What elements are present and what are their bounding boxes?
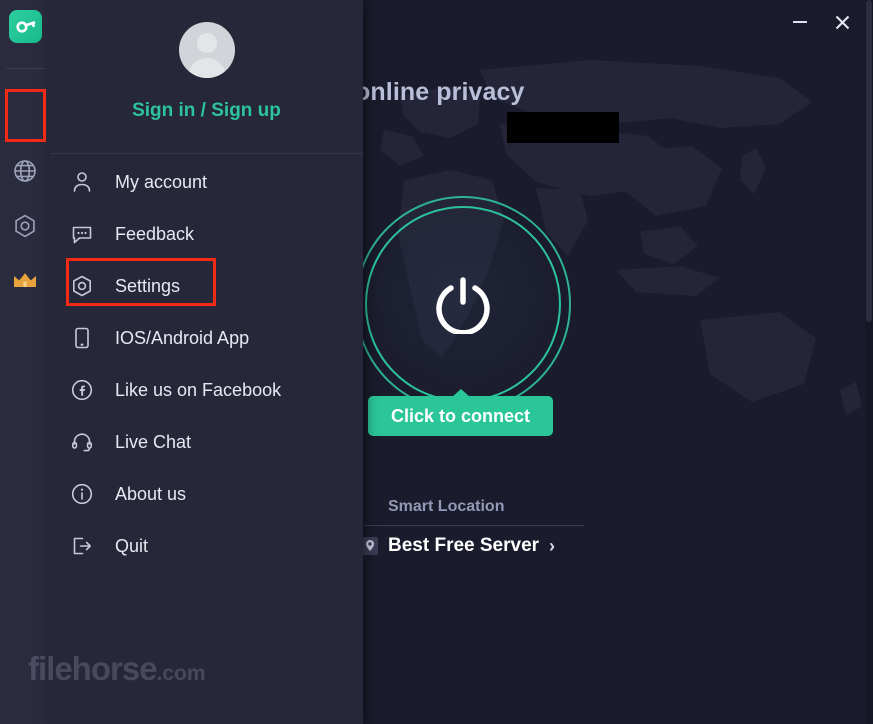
app-logo[interactable] <box>9 10 42 43</box>
menu-item-label: Quit <box>115 535 149 556</box>
menu-item-label: Live Chat <box>115 431 192 452</box>
menu-item-label: About us <box>115 483 187 504</box>
menu-item-settings[interactable]: Settings <box>50 260 363 312</box>
menu-divider <box>50 153 363 154</box>
scrollbar-thumb[interactable] <box>866 0 872 322</box>
smart-location-server-row[interactable]: Best Free Server › <box>352 535 652 557</box>
facebook-icon <box>69 377 95 403</box>
left-icon-rail <box>0 0 50 724</box>
close-button[interactable] <box>821 2 863 42</box>
menu-item-like-us-on-facebook[interactable]: Like us on Facebook <box>50 364 363 416</box>
menu-item-label: IOS/Android App <box>115 327 250 348</box>
chat-bubble-icon <box>69 221 95 247</box>
vertical-scrollbar[interactable] <box>865 0 873 724</box>
menu-item-quit[interactable]: Quit <box>50 520 363 572</box>
hexagon-settings-icon <box>69 273 95 299</box>
main-menu-panel: Sign in / Sign up My account Feedback Se… <box>50 0 363 724</box>
sidebar-item-settings[interactable] <box>0 203 50 249</box>
menu-item-ios-android-app[interactable]: IOS/Android App <box>50 312 363 364</box>
minimize-icon <box>793 21 807 23</box>
rail-divider <box>6 68 44 69</box>
menu-item-my-account[interactable]: My account <box>50 156 363 208</box>
vpn-app-window: l to protect your online privacy P addre… <box>0 0 873 724</box>
menu-item-label: Like us on Facebook <box>115 379 282 400</box>
window-controls <box>779 0 863 44</box>
sidebar-item-menu[interactable] <box>0 92 50 138</box>
globe-icon <box>14 160 36 182</box>
person-icon <box>69 169 95 195</box>
close-icon <box>835 15 849 29</box>
click-to-connect-button[interactable]: Click to connect <box>368 389 553 436</box>
menu-item-label: Settings <box>115 275 181 296</box>
smart-location-section: Smart Location Best Free Server › <box>352 498 652 557</box>
smart-location-divider <box>364 525 584 526</box>
info-icon <box>69 481 95 507</box>
exit-icon <box>69 533 95 559</box>
avatar-head <box>196 33 217 53</box>
crown-icon <box>14 273 36 287</box>
sidebar-item-servers[interactable] <box>0 148 50 194</box>
avatar[interactable] <box>178 22 235 78</box>
redacted-ip-box <box>507 112 619 143</box>
sidebar-item-premium[interactable] <box>0 257 50 303</box>
power-icon <box>436 277 490 334</box>
connect-power-button[interactable] <box>355 196 571 412</box>
menu-item-label: My account <box>115 171 208 192</box>
chevron-right-icon: › <box>549 535 556 556</box>
key-icon <box>16 21 36 33</box>
click-to-connect-label: Click to connect <box>390 405 531 426</box>
menu-item-live-chat[interactable]: Live Chat <box>50 416 363 468</box>
minimize-button[interactable] <box>779 2 821 42</box>
headset-icon <box>69 429 95 455</box>
smart-location-server-name: Best Free Server <box>388 535 540 556</box>
smart-location-heading: Smart Location <box>388 498 505 515</box>
cta-notch <box>451 389 470 397</box>
map-pin-icon <box>362 537 378 555</box>
sign-in-sign-up-link[interactable]: Sign in / Sign up <box>50 100 363 122</box>
avatar-body <box>187 58 226 78</box>
hexagon-settings-icon <box>15 214 35 238</box>
menu-item-about-us[interactable]: About us <box>50 468 363 520</box>
mobile-phone-icon <box>69 325 95 351</box>
menu-item-label: Feedback <box>115 223 195 244</box>
menu-item-list: My account Feedback Settings IOS/Android… <box>50 156 363 572</box>
menu-item-feedback[interactable]: Feedback <box>50 208 363 260</box>
